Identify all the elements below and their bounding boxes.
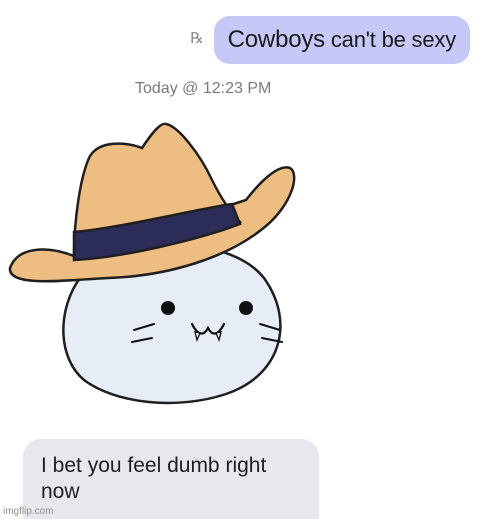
imgflip-watermark: imgflip.com [3, 506, 54, 517]
seal-right-eye [239, 301, 253, 315]
seal-cowboy-image[interactable] [8, 118, 308, 418]
sent-message-text: can't be sexy [324, 27, 456, 52]
received-message-line-2: now [41, 480, 80, 503]
seal-left-eye [161, 301, 175, 315]
seal-illustration [8, 122, 296, 405]
read-receipt-icon: ℞ [190, 29, 204, 47]
received-message-line-1: I bet you feel dumb right [41, 454, 267, 477]
sent-message-bubble[interactable]: Cowboys can't be sexy [213, 16, 470, 64]
received-message-bubble[interactable]: I bet you feel dumb right now [23, 439, 319, 519]
message-timestamp: Today @ 12:23 PM [135, 80, 272, 97]
sent-message-row: ℞ Cowboys can't be sexy [190, 16, 470, 64]
sent-message-word-cowboys: Cowboys [227, 26, 326, 53]
